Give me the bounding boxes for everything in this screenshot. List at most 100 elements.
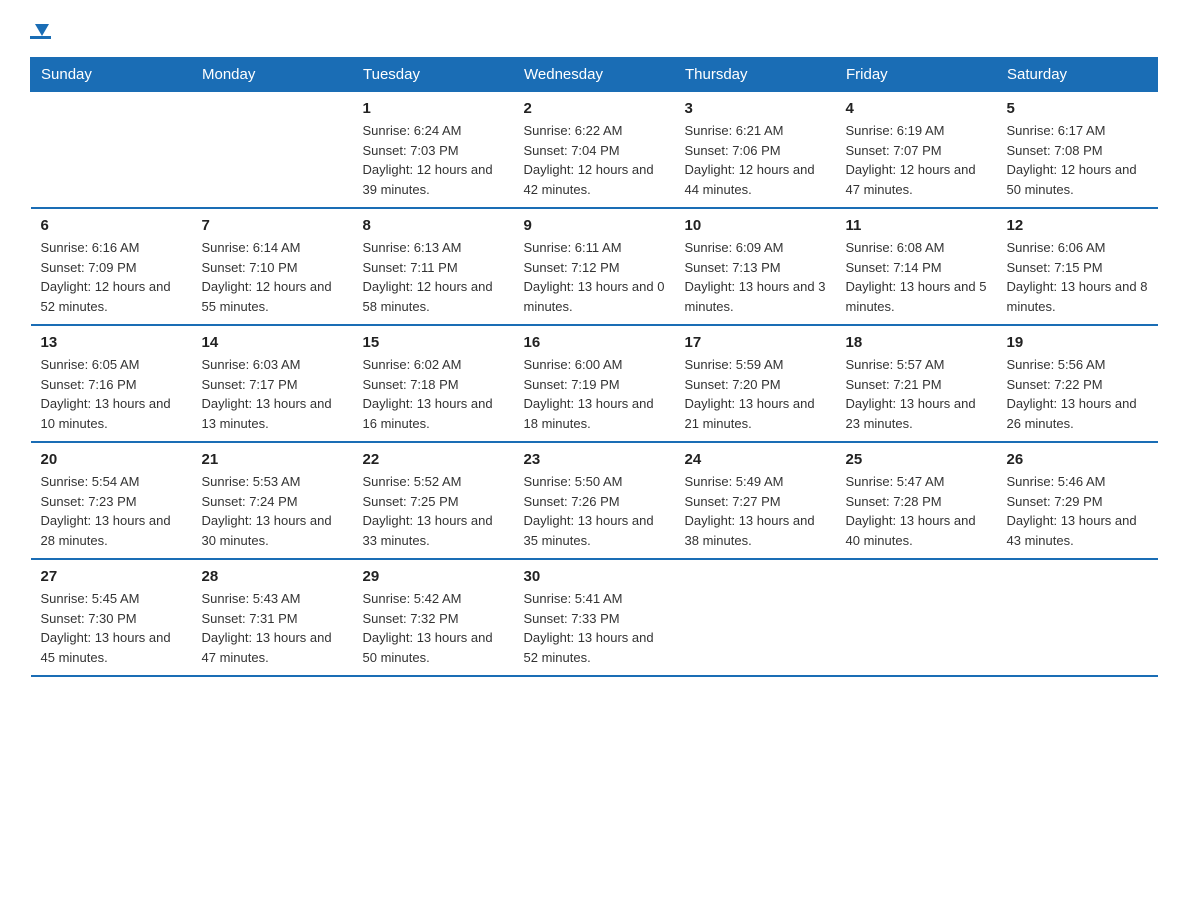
day-info: Sunrise: 5:45 AMSunset: 7:30 PMDaylight:… bbox=[41, 589, 182, 667]
day-number: 9 bbox=[524, 217, 665, 234]
logo bbox=[30, 20, 51, 39]
day-info: Sunrise: 6:03 AMSunset: 7:17 PMDaylight:… bbox=[202, 355, 343, 433]
day-info: Sunrise: 5:42 AMSunset: 7:32 PMDaylight:… bbox=[363, 589, 504, 667]
calendar-cell: 11 Sunrise: 6:08 AMSunset: 7:14 PMDayligh… bbox=[836, 208, 997, 325]
week-row-2: 6 Sunrise: 6:16 AMSunset: 7:09 PMDaylight… bbox=[31, 208, 1158, 325]
calendar-cell: 24 Sunrise: 5:49 AMSunset: 7:27 PMDayligh… bbox=[675, 442, 836, 559]
calendar-cell bbox=[192, 92, 353, 209]
day-info: Sunrise: 6:00 AMSunset: 7:19 PMDaylight:… bbox=[524, 355, 665, 433]
day-number: 21 bbox=[202, 451, 343, 468]
day-number: 26 bbox=[1007, 451, 1148, 468]
day-info: Sunrise: 6:02 AMSunset: 7:18 PMDaylight:… bbox=[363, 355, 504, 433]
day-info: Sunrise: 6:09 AMSunset: 7:13 PMDaylight:… bbox=[685, 238, 826, 316]
day-number: 12 bbox=[1007, 217, 1148, 234]
day-number: 25 bbox=[846, 451, 987, 468]
calendar-cell: 26Sunrise: 5:46 AMSunset: 7:29 PMDayligh… bbox=[997, 442, 1158, 559]
day-number: 17 bbox=[685, 334, 826, 351]
calendar-cell: 13 Sunrise: 6:05 AMSunset: 7:16 PMDayligh… bbox=[31, 325, 192, 442]
day-number: 6 bbox=[41, 217, 182, 234]
day-info: Sunrise: 5:59 AMSunset: 7:20 PMDaylight:… bbox=[685, 355, 826, 433]
day-number: 8 bbox=[363, 217, 504, 234]
week-row-4: 20 Sunrise: 5:54 AMSunset: 7:23 PMDayligh… bbox=[31, 442, 1158, 559]
day-number: 24 bbox=[685, 451, 826, 468]
calendar-cell: 19 Sunrise: 5:56 AMSunset: 7:22 PMDayligh… bbox=[997, 325, 1158, 442]
calendar-cell: 12 Sunrise: 6:06 AMSunset: 7:15 PMDayligh… bbox=[997, 208, 1158, 325]
day-info: Sunrise: 6:14 AMSunset: 7:10 PMDaylight:… bbox=[202, 238, 343, 316]
day-number: 7 bbox=[202, 217, 343, 234]
day-header-sunday: Sunday bbox=[31, 58, 192, 92]
week-row-3: 13 Sunrise: 6:05 AMSunset: 7:16 PMDayligh… bbox=[31, 325, 1158, 442]
week-row-5: 27 Sunrise: 5:45 AMSunset: 7:30 PMDayligh… bbox=[31, 559, 1158, 676]
calendar-cell bbox=[31, 92, 192, 209]
calendar-header: SundayMondayTuesdayWednesdayThursdayFrid… bbox=[31, 58, 1158, 92]
day-number: 16 bbox=[524, 334, 665, 351]
calendar-cell bbox=[836, 559, 997, 676]
day-header-wednesday: Wednesday bbox=[514, 58, 675, 92]
calendar-cell: 2 Sunrise: 6:22 AMSunset: 7:04 PMDaylight… bbox=[514, 92, 675, 209]
calendar-cell bbox=[997, 559, 1158, 676]
calendar-cell: 7 Sunrise: 6:14 AMSunset: 7:10 PMDaylight… bbox=[192, 208, 353, 325]
day-info: Sunrise: 5:53 AMSunset: 7:24 PMDaylight:… bbox=[202, 472, 343, 550]
calendar-cell: 21 Sunrise: 5:53 AMSunset: 7:24 PMDayligh… bbox=[192, 442, 353, 559]
day-info: Sunrise: 5:50 AMSunset: 7:26 PMDaylight:… bbox=[524, 472, 665, 550]
day-info: Sunrise: 5:41 AMSunset: 7:33 PMDaylight:… bbox=[524, 589, 665, 667]
day-number: 27 bbox=[41, 568, 182, 585]
day-info: Sunrise: 6:17 AMSunset: 7:08 PMDaylight:… bbox=[1007, 121, 1148, 199]
day-info: Sunrise: 6:13 AMSunset: 7:11 PMDaylight:… bbox=[363, 238, 504, 316]
calendar-cell: 27 Sunrise: 5:45 AMSunset: 7:30 PMDayligh… bbox=[31, 559, 192, 676]
day-info: Sunrise: 5:56 AMSunset: 7:22 PMDaylight:… bbox=[1007, 355, 1148, 433]
calendar-cell: 15Sunrise: 6:02 AMSunset: 7:18 PMDayligh… bbox=[353, 325, 514, 442]
day-number: 29 bbox=[363, 568, 504, 585]
calendar-cell: 29 Sunrise: 5:42 AMSunset: 7:32 PMDayligh… bbox=[353, 559, 514, 676]
calendar-cell: 6 Sunrise: 6:16 AMSunset: 7:09 PMDaylight… bbox=[31, 208, 192, 325]
day-number: 11 bbox=[846, 217, 987, 234]
day-header-friday: Friday bbox=[836, 58, 997, 92]
calendar-cell: 9 Sunrise: 6:11 AMSunset: 7:12 PMDaylight… bbox=[514, 208, 675, 325]
day-number: 13 bbox=[41, 334, 182, 351]
day-info: Sunrise: 5:49 AMSunset: 7:27 PMDaylight:… bbox=[685, 472, 826, 550]
day-info: Sunrise: 6:06 AMSunset: 7:15 PMDaylight:… bbox=[1007, 238, 1148, 316]
day-info: Sunrise: 6:19 AMSunset: 7:07 PMDaylight:… bbox=[846, 121, 987, 199]
calendar-cell bbox=[675, 559, 836, 676]
day-info: Sunrise: 6:11 AMSunset: 7:12 PMDaylight:… bbox=[524, 238, 665, 316]
day-number: 1 bbox=[363, 100, 504, 117]
day-number: 5 bbox=[1007, 100, 1148, 117]
calendar-cell: 22Sunrise: 5:52 AMSunset: 7:25 PMDayligh… bbox=[353, 442, 514, 559]
page-header bbox=[30, 20, 1158, 39]
day-info: Sunrise: 5:43 AMSunset: 7:31 PMDaylight:… bbox=[202, 589, 343, 667]
calendar-cell: 17 Sunrise: 5:59 AMSunset: 7:20 PMDayligh… bbox=[675, 325, 836, 442]
day-info: Sunrise: 6:16 AMSunset: 7:09 PMDaylight:… bbox=[41, 238, 182, 316]
day-number: 10 bbox=[685, 217, 826, 234]
day-number: 4 bbox=[846, 100, 987, 117]
calendar-body: 1 Sunrise: 6:24 AMSunset: 7:03 PMDaylight… bbox=[31, 92, 1158, 677]
day-number: 28 bbox=[202, 568, 343, 585]
day-info: Sunrise: 6:24 AMSunset: 7:03 PMDaylight:… bbox=[363, 121, 504, 199]
week-row-1: 1 Sunrise: 6:24 AMSunset: 7:03 PMDaylight… bbox=[31, 92, 1158, 209]
header-row: SundayMondayTuesdayWednesdayThursdayFrid… bbox=[31, 58, 1158, 92]
day-info: Sunrise: 6:05 AMSunset: 7:16 PMDaylight:… bbox=[41, 355, 182, 433]
day-info: Sunrise: 5:54 AMSunset: 7:23 PMDaylight:… bbox=[41, 472, 182, 550]
calendar-cell: 5 Sunrise: 6:17 AMSunset: 7:08 PMDaylight… bbox=[997, 92, 1158, 209]
day-info: Sunrise: 5:47 AMSunset: 7:28 PMDaylight:… bbox=[846, 472, 987, 550]
day-number: 14 bbox=[202, 334, 343, 351]
day-number: 20 bbox=[41, 451, 182, 468]
day-number: 30 bbox=[524, 568, 665, 585]
calendar-cell: 16 Sunrise: 6:00 AMSunset: 7:19 PMDayligh… bbox=[514, 325, 675, 442]
calendar-cell: 3 Sunrise: 6:21 AMSunset: 7:06 PMDaylight… bbox=[675, 92, 836, 209]
calendar-cell: 4 Sunrise: 6:19 AMSunset: 7:07 PMDaylight… bbox=[836, 92, 997, 209]
day-info: Sunrise: 6:21 AMSunset: 7:06 PMDaylight:… bbox=[685, 121, 826, 199]
day-number: 18 bbox=[846, 334, 987, 351]
day-info: Sunrise: 6:22 AMSunset: 7:04 PMDaylight:… bbox=[524, 121, 665, 199]
day-number: 3 bbox=[685, 100, 826, 117]
day-number: 19 bbox=[1007, 334, 1148, 351]
day-header-thursday: Thursday bbox=[675, 58, 836, 92]
calendar-cell: 30 Sunrise: 5:41 AMSunset: 7:33 PMDayligh… bbox=[514, 559, 675, 676]
calendar-cell: 18 Sunrise: 5:57 AMSunset: 7:21 PMDayligh… bbox=[836, 325, 997, 442]
day-header-tuesday: Tuesday bbox=[353, 58, 514, 92]
day-header-saturday: Saturday bbox=[997, 58, 1158, 92]
day-info: Sunrise: 5:57 AMSunset: 7:21 PMDaylight:… bbox=[846, 355, 987, 433]
day-number: 23 bbox=[524, 451, 665, 468]
day-info: Sunrise: 6:08 AMSunset: 7:14 PMDaylight:… bbox=[846, 238, 987, 316]
calendar-cell: 10 Sunrise: 6:09 AMSunset: 7:13 PMDayligh… bbox=[675, 208, 836, 325]
day-number: 2 bbox=[524, 100, 665, 117]
